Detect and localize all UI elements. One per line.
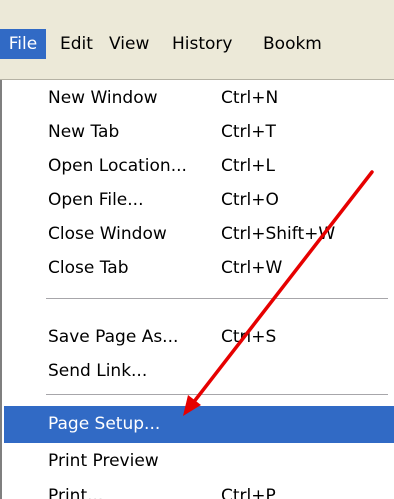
menu-separator <box>46 298 388 300</box>
file-dropdown-menu: New Window Ctrl+N New Tab Ctrl+T Open Lo… <box>0 80 394 499</box>
menu-item-label: Close Tab <box>48 258 129 278</box>
menu-item-page-setup[interactable]: Page Setup... <box>4 406 394 443</box>
menu-bar: File Edit View History Bookm <box>0 0 394 80</box>
menu-item-shortcut: Ctrl+Shift+W <box>221 224 336 244</box>
menu-item-label: New Window <box>48 88 158 108</box>
menu-item-shortcut: Ctrl+O <box>221 190 279 210</box>
menu-item-label: Page Setup... <box>48 414 161 434</box>
menu-item-save-page-as[interactable]: Save Page As... Ctrl+S <box>4 319 394 356</box>
menu-file[interactable]: File <box>0 29 46 59</box>
menu-item-close-tab[interactable]: Close Tab Ctrl+W <box>4 250 394 287</box>
menu-item-label: Send Link... <box>48 361 148 381</box>
menu-item-shortcut: Ctrl+W <box>221 258 283 278</box>
menu-item-print[interactable]: Print... Ctrl+P <box>4 478 394 499</box>
menu-item-label: Open Location... <box>48 156 187 176</box>
menu-item-send-link[interactable]: Send Link... <box>4 353 394 390</box>
menu-item-shortcut: Ctrl+L <box>221 156 275 176</box>
screenshot: File Edit View History Bookm New Window … <box>0 0 394 499</box>
menu-item-shortcut: Ctrl+T <box>221 122 276 142</box>
menu-view[interactable]: View <box>109 29 149 59</box>
menu-item-label: New Tab <box>48 122 120 142</box>
menu-item-print-preview[interactable]: Print Preview <box>4 443 394 480</box>
menu-item-new-tab[interactable]: New Tab Ctrl+T <box>4 114 394 151</box>
menu-item-label: Print... <box>48 486 104 499</box>
menu-item-label: Close Window <box>48 224 167 244</box>
menu-separator <box>46 394 388 396</box>
menu-item-label: Print Preview <box>48 451 159 471</box>
menu-item-shortcut: Ctrl+N <box>221 88 279 108</box>
menu-item-open-file[interactable]: Open File... Ctrl+O <box>4 182 394 219</box>
menu-item-open-location[interactable]: Open Location... Ctrl+L <box>4 148 394 185</box>
menu-item-label: Save Page As... <box>48 327 179 347</box>
menu-item-new-window[interactable]: New Window Ctrl+N <box>4 80 394 117</box>
menu-item-close-window[interactable]: Close Window Ctrl+Shift+W <box>4 216 394 253</box>
menu-history[interactable]: History <box>172 29 232 59</box>
menu-item-shortcut: Ctrl+P <box>221 486 276 499</box>
menu-edit[interactable]: Edit <box>60 29 93 59</box>
menu-item-shortcut: Ctrl+S <box>221 327 277 347</box>
menu-bookmarks[interactable]: Bookm <box>263 29 322 59</box>
menu-item-label: Open File... <box>48 190 144 210</box>
